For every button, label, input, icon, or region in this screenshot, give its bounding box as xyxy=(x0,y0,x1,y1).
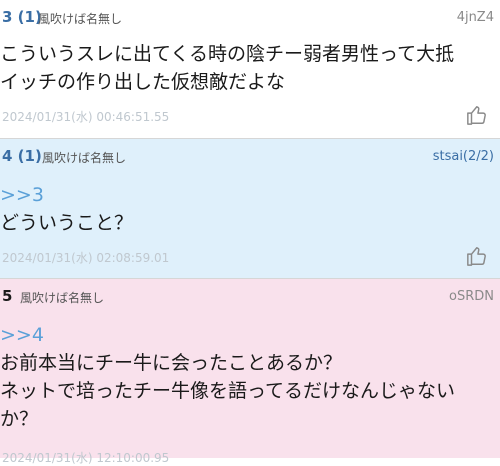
post-header: 4 (1) 風吹けば名無し stsai(2/2) xyxy=(2,147,498,167)
post-4: 4 (1) 風吹けば名無し stsai(2/2) >>3 どういうこと？ 202… xyxy=(0,139,500,278)
post-number[interactable]: 5 xyxy=(2,287,12,305)
post-line: どういうこと？ xyxy=(0,212,134,234)
post-line: こういうスレに出てくる時の陰チー弱者男性って大抵 xyxy=(0,43,455,65)
post-number[interactable]: 4 (1) xyxy=(2,147,42,165)
thumbs-up-icon[interactable] xyxy=(466,245,488,267)
poster-name: 風吹けば名無し xyxy=(38,12,123,26)
post-line: ネットで培ったチー牛像を語ってるだけなんじゃない xyxy=(0,380,456,402)
poster-id[interactable]: 4jnZ4 xyxy=(457,10,494,25)
poster-id[interactable]: stsai(2/2) xyxy=(433,149,494,164)
post-line: か？ xyxy=(0,408,39,430)
post-body: こういうスレに出てくる時の陰チー弱者男性って大抵 イッチの作り出した仮想敵だよな xyxy=(0,40,454,96)
post-body: >>4 お前本当にチー牛に会ったことあるか？ ネットで培ったチー牛像を語ってるだ… xyxy=(0,321,455,433)
reply-anchor-link[interactable]: >>4 xyxy=(0,321,455,349)
post-header: 5 風吹けば名無し oSRDN xyxy=(2,287,498,307)
post-line: お前本当にチー牛に会ったことあるか？ xyxy=(0,352,343,374)
post-header: 3 (1) 風吹けば名無し 4jnZ4 xyxy=(2,8,498,28)
thumbs-up-icon[interactable] xyxy=(466,104,488,126)
post-5: 5 風吹けば名無し oSRDN >>4 お前本当にチー牛に会ったことあるか？ ネ… xyxy=(0,279,500,465)
post-3: 3 (1) 風吹けば名無し 4jnZ4 こういうスレに出てくる時の陰チー弱者男性… xyxy=(0,0,500,138)
post-body: >>3 どういうこと？ xyxy=(0,181,133,237)
poster-id[interactable]: oSRDN xyxy=(449,289,494,304)
post-line: イッチの作り出した仮想敵だよな xyxy=(0,71,286,93)
poster-name: 風吹けば名無し xyxy=(42,151,127,165)
post-date: 2024/01/31(水) 02:08:59.01 xyxy=(2,251,170,265)
poster-name: 風吹けば名無し xyxy=(20,291,105,305)
reply-anchor-link[interactable]: >>3 xyxy=(0,181,133,209)
post-date: 2024/01/31(水) 00:46:51.55 xyxy=(2,110,170,124)
post-number[interactable]: 3 (1) xyxy=(2,8,42,26)
